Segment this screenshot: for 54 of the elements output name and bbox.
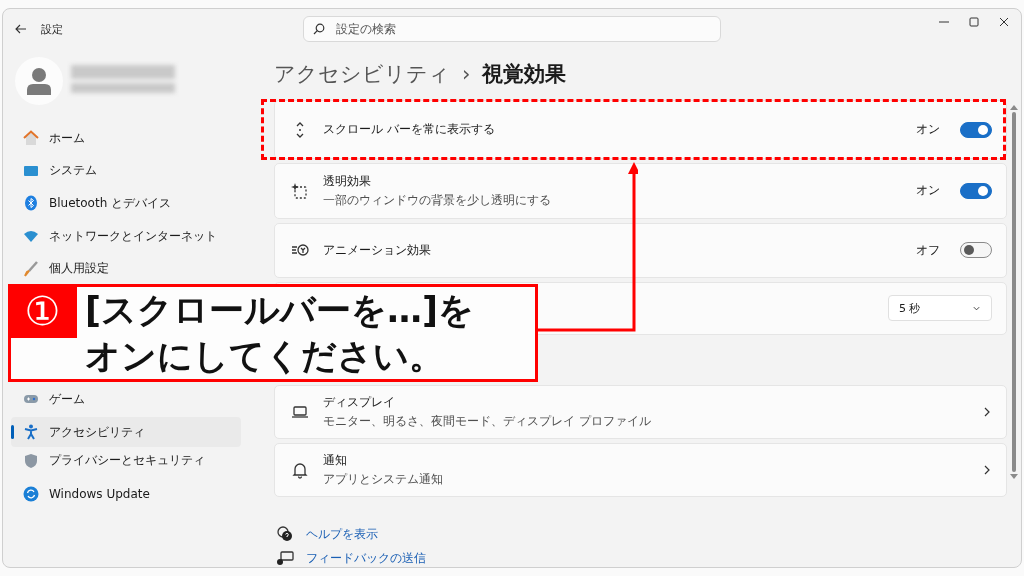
setting-description: アプリとシステム通知 bbox=[323, 472, 444, 488]
maximize-icon[interactable] bbox=[969, 17, 979, 27]
window-title: 設定 bbox=[41, 21, 63, 37]
instruction-text: [スクロールバーを…]を オンにしてください。 bbox=[85, 289, 474, 378]
feedback-icon bbox=[276, 549, 294, 567]
step-number: ① bbox=[8, 284, 77, 338]
help-link[interactable]: フィードバックの送信 bbox=[276, 549, 1007, 567]
scroll-down-icon[interactable] bbox=[1010, 474, 1018, 479]
sidebar-item[interactable]: Windows Update bbox=[11, 482, 241, 505]
toggle-state-label: オフ bbox=[916, 241, 940, 259]
breadcrumb-parent[interactable]: アクセシビリティ bbox=[274, 59, 450, 88]
back-arrow-icon[interactable] bbox=[15, 23, 27, 35]
bluetooth-icon bbox=[23, 195, 39, 212]
breadcrumb-separator: › bbox=[462, 61, 471, 86]
sidebar-item[interactable]: アクセシビリティ bbox=[11, 417, 241, 448]
sidebar-item[interactable]: システム bbox=[11, 159, 241, 182]
setting-title: 通知 bbox=[323, 452, 348, 470]
sidebar-item[interactable]: 個人用設定 bbox=[11, 257, 241, 280]
setting-title: ディスプレイ bbox=[323, 394, 396, 412]
accessibility-icon bbox=[23, 424, 39, 441]
sidebar-item[interactable]: ゲーム bbox=[11, 388, 241, 411]
sidebar-item[interactable]: プライバシーとセキュリティ bbox=[11, 449, 241, 472]
sync-icon bbox=[23, 485, 39, 502]
toggle-state-label: オン bbox=[916, 182, 940, 200]
setting-description: 一部のウィンドウの背景を少し透明にする bbox=[323, 193, 552, 209]
brush-icon bbox=[23, 260, 39, 277]
setting-title: スクロール バーを常に表示する bbox=[323, 121, 496, 139]
toggle-switch[interactable] bbox=[960, 242, 992, 259]
shield-icon bbox=[23, 452, 39, 469]
page-title: 視覚効果 bbox=[482, 60, 567, 88]
timeout-dropdown[interactable]: 5 秒 bbox=[888, 295, 992, 322]
sidebar-item[interactable]: ネットワークとインターネット bbox=[11, 225, 241, 248]
chevron-right-icon bbox=[982, 464, 992, 475]
sidebar-item[interactable]: Bluetooth とデバイス bbox=[11, 192, 241, 215]
sparkle-square-icon bbox=[291, 182, 309, 200]
bell-icon bbox=[291, 460, 309, 479]
scroll-up-icon[interactable] bbox=[1010, 105, 1018, 110]
related-setting-card[interactable]: 通知 アプリとシステム通知 bbox=[274, 442, 1007, 497]
toggle-state-label: オン bbox=[916, 121, 940, 139]
setting-title: アニメーション効果 bbox=[323, 241, 432, 259]
chevron-right-icon bbox=[982, 406, 992, 417]
search-icon bbox=[313, 23, 325, 35]
person-icon bbox=[26, 67, 52, 95]
sidebar-item[interactable]: ホーム bbox=[11, 127, 241, 149]
toggle-switch[interactable] bbox=[960, 121, 992, 138]
help-link[interactable]: ヘルプを表示 bbox=[276, 525, 1007, 543]
home-icon bbox=[23, 130, 39, 146]
search-field[interactable]: 設定の検索 bbox=[303, 16, 721, 42]
setting-description: モニター、明るさ、夜間モード、ディスプレイ プロファイル bbox=[323, 414, 652, 430]
toggle-switch[interactable] bbox=[960, 183, 992, 199]
setting-title: 透明効果 bbox=[323, 173, 372, 191]
close-icon[interactable] bbox=[999, 17, 1009, 27]
related-setting-card[interactable]: ディスプレイ モニター、明るさ、夜間モード、ディスプレイ プロファイル bbox=[274, 384, 1007, 439]
help-icon bbox=[276, 525, 294, 543]
